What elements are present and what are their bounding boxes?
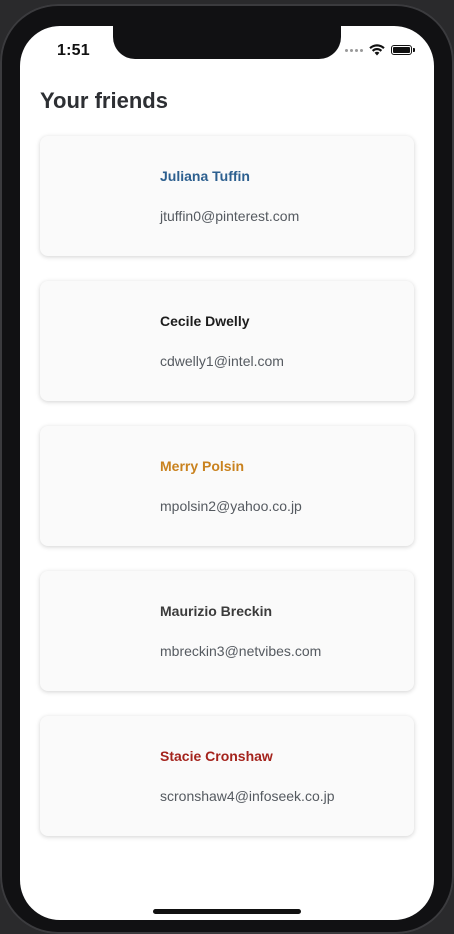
- battery-icon: [391, 45, 415, 55]
- friend-name: Merry Polsin: [160, 458, 245, 474]
- friend-name: Maurizio Breckin: [160, 603, 273, 619]
- friend-email: cdwelly1@intel.com: [160, 353, 284, 369]
- page-title: Your friends: [40, 88, 168, 113]
- friend-name: Cecile Dwelly: [160, 313, 250, 329]
- friend-email: mbreckin3@netvibes.com: [160, 643, 322, 659]
- friend-card[interactable]: Merry Polsin mpolsin2@yahoo.co.jp: [40, 426, 414, 546]
- friend-card[interactable]: Maurizio Breckin mbreckin3@netvibes.com: [40, 571, 414, 691]
- status-time: 1:51: [57, 42, 90, 59]
- status-icons: [345, 44, 415, 56]
- phone-frame: 1:51 Your friends Juliana Tuffin jtuffin…: [0, 4, 454, 934]
- friend-email: jtuffin0@pinterest.com: [160, 208, 300, 224]
- device-notch: [113, 26, 341, 59]
- friend-card[interactable]: Cecile Dwelly cdwelly1@intel.com: [40, 281, 414, 401]
- friend-name: Stacie Cronshaw: [160, 748, 273, 764]
- friend-list: Juliana Tuffin jtuffin0@pinterest.com Ce…: [40, 136, 414, 861]
- friend-name: Juliana Tuffin: [160, 168, 250, 184]
- friend-email: scronshaw4@infoseek.co.jp: [160, 788, 335, 804]
- friend-card[interactable]: Stacie Cronshaw scronshaw4@infoseek.co.j…: [40, 716, 414, 836]
- home-indicator[interactable]: [153, 909, 301, 914]
- wifi-icon: [369, 44, 385, 56]
- cellular-signal-icon: [345, 48, 363, 52]
- friend-card[interactable]: Juliana Tuffin jtuffin0@pinterest.com: [40, 136, 414, 256]
- app-screen: 1:51 Your friends Juliana Tuffin jtuffin…: [20, 26, 434, 920]
- friend-email: mpolsin2@yahoo.co.jp: [160, 498, 302, 514]
